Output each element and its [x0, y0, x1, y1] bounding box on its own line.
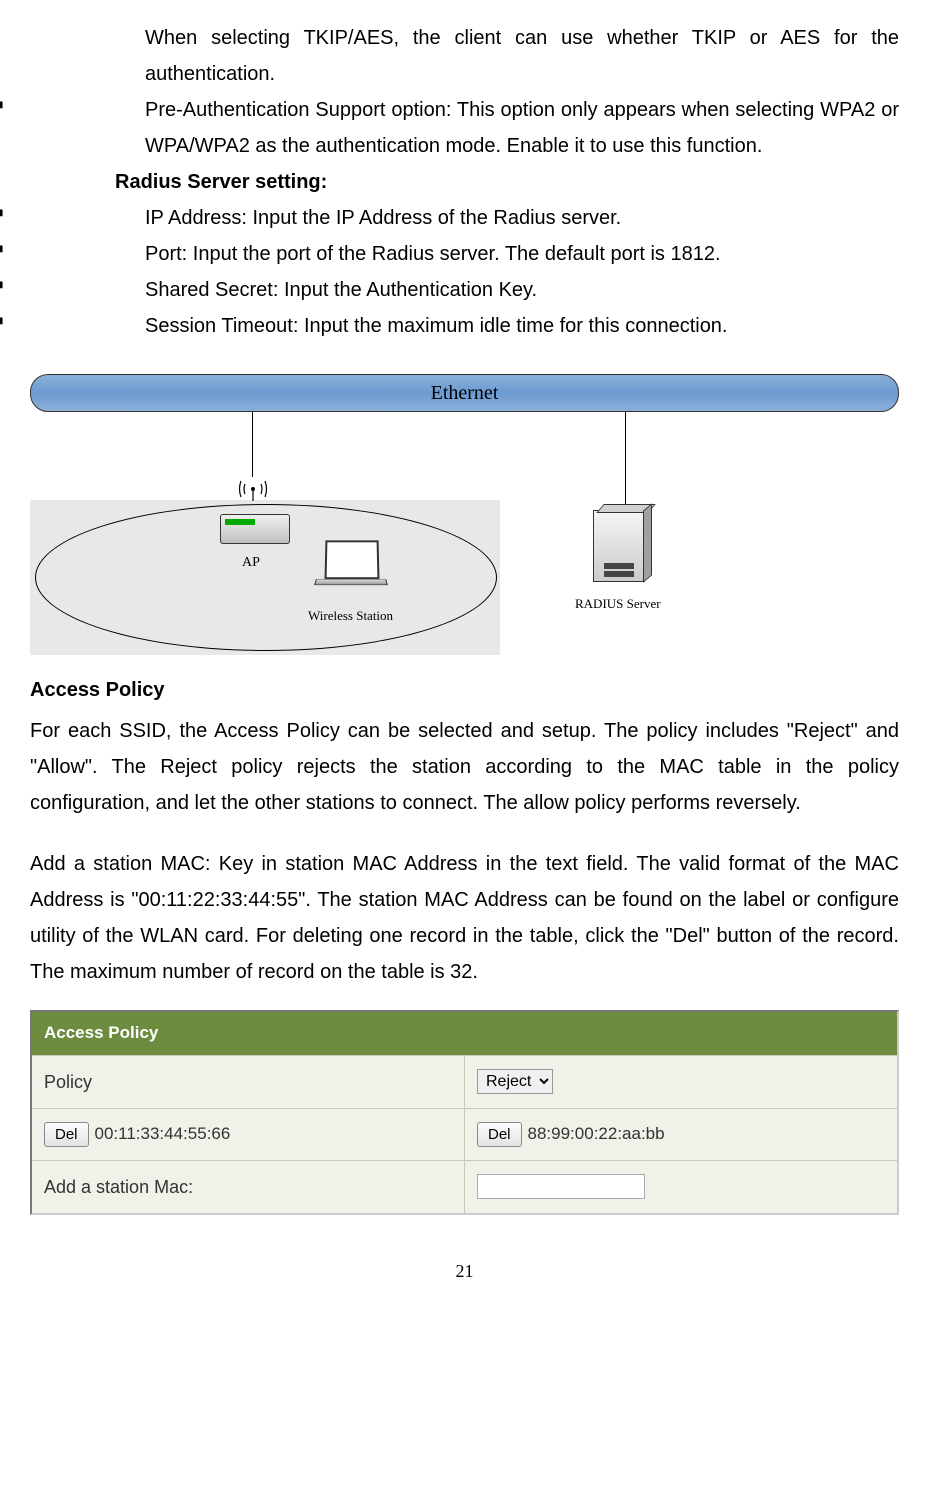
bullet-radius-timeout: Session Timeout: Input the maximum idle …: [30, 308, 899, 344]
mac-cell-1: Del 00:11:33:44:55:66: [32, 1109, 465, 1160]
add-mac-label: Add a station Mac:: [44, 1171, 193, 1203]
wireless-station-label: Wireless Station: [308, 604, 393, 627]
mac-row: Del 00:11:33:44:55:66 Del 88:99:00:22:aa…: [32, 1108, 897, 1160]
policy-row: Policy Reject: [32, 1055, 897, 1108]
del-button-2[interactable]: Del: [477, 1122, 522, 1147]
mac-address-2: 88:99:00:22:aa:bb: [528, 1119, 665, 1150]
ap-label: AP: [242, 550, 260, 575]
laptop-icon: [315, 540, 385, 595]
page-number: 21: [30, 1255, 899, 1287]
paragraph-tkip: When selecting TKIP/AES, the client can …: [30, 20, 899, 92]
del-button-1[interactable]: Del: [44, 1122, 89, 1147]
policy-label-cell: Policy: [32, 1056, 465, 1108]
server-icon: [593, 510, 649, 588]
antenna-icon: [238, 474, 268, 514]
mac-cell-2: Del 88:99:00:22:aa:bb: [465, 1109, 897, 1160]
access-policy-title: Access Policy: [30, 672, 899, 708]
ap-device-icon: [220, 514, 290, 544]
mac-address-1: 00:11:33:44:55:66: [95, 1119, 231, 1150]
add-mac-input-cell: [465, 1161, 897, 1213]
policy-label: Policy: [44, 1066, 92, 1098]
radius-heading: Radius Server setting:: [30, 164, 899, 200]
add-mac-body: Add a station MAC: Key in station MAC Ad…: [30, 846, 899, 990]
policy-select[interactable]: Reject: [477, 1069, 553, 1094]
bullet-radius-port: Port: Input the port of the Radius serve…: [30, 236, 899, 272]
line-ap: [252, 412, 253, 477]
bullet-preauth: Pre-Authentication Support option: This …: [30, 92, 899, 164]
bullet-radius-ip: IP Address: Input the IP Address of the …: [30, 200, 899, 236]
add-mac-label-cell: Add a station Mac:: [32, 1161, 465, 1213]
network-diagram: Ethernet AP Wireless Station: [30, 374, 899, 642]
panel-header: Access Policy: [32, 1012, 897, 1055]
line-server: [625, 412, 626, 512]
add-mac-row: Add a station Mac:: [32, 1160, 897, 1213]
add-mac-input[interactable]: [477, 1174, 645, 1199]
access-policy-panel: Access Policy Policy Reject Del 00:11:33…: [30, 1010, 899, 1215]
bullet-radius-secret: Shared Secret: Input the Authentication …: [30, 272, 899, 308]
access-policy-body: For each SSID, the Access Policy can be …: [30, 713, 899, 821]
ethernet-bar: Ethernet: [30, 374, 899, 412]
radius-server-label: RADIUS Server: [575, 592, 661, 615]
policy-select-cell: Reject: [465, 1056, 897, 1108]
